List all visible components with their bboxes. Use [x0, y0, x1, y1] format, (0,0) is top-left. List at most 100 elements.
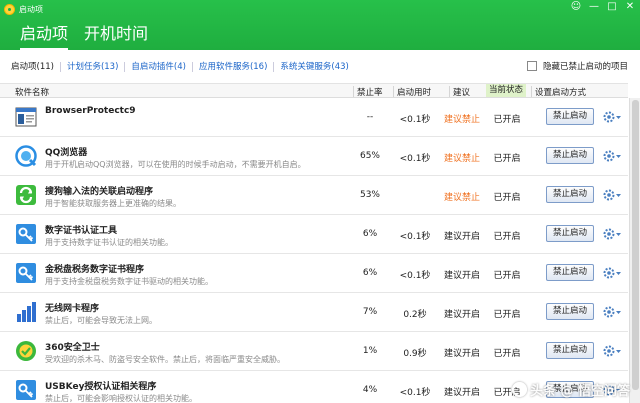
table-row[interactable]: 360安全卫士 受欢迎的杀木马、防盗号安全软件。禁止后，将面临严重安全威胁。 1… [0, 332, 628, 371]
row-status: 已开启 [493, 154, 521, 164]
row-status: 已开启 [493, 310, 521, 320]
row-name: 搜狗输入法的关联启动程序 [45, 187, 154, 197]
tab-startup[interactable]: 启动项 [20, 20, 69, 50]
row-suggest: 建议开启 [443, 388, 480, 398]
col-rate[interactable]: 禁止率 [353, 86, 383, 98]
row-suggest: 建议开启 [443, 232, 480, 242]
row-name: 金税盘税务数字证书程序 [45, 265, 145, 275]
360-shield-icon [16, 341, 36, 361]
title-bar: 启动项 [4, 3, 43, 15]
row-name: QQ浏览器 [45, 148, 88, 158]
row-status: 已开启 [493, 193, 521, 203]
gear-dropdown-icon[interactable] [602, 149, 622, 163]
disable-startup-button[interactable]: 禁止启动 [546, 264, 594, 281]
qq-browser-icon [15, 145, 37, 167]
hide-disabled-option[interactable]: 隐藏已禁止启动的项目 [526, 60, 628, 72]
sogou-icon [16, 185, 36, 205]
table-row[interactable]: 金税盘税务数字证书程序 用于支持金税盘税务数字证书驱动的相关功能。 6% <0.… [0, 254, 628, 293]
main-tabs: 启动项 开机时间 [20, 20, 148, 50]
table-row[interactable]: QQ浏览器 用于开机启动QQ浏览器，可以在使用的时候手动启动，不需要开机自启。 … [0, 137, 628, 176]
certificate-icon [16, 263, 36, 283]
gear-dropdown-icon[interactable] [602, 305, 622, 319]
row-name: USBKey授权认证相关程序 [45, 382, 157, 392]
row-name: 360安全卫士 [45, 343, 100, 353]
col-status[interactable]: 当前状态 [486, 84, 527, 97]
col-time[interactable]: 启动用时 [392, 86, 431, 98]
filter-scheduled-tasks[interactable]: 计划任务(13) [61, 62, 126, 72]
wireless-bars-icon [17, 302, 36, 322]
row-rate: 65% [359, 151, 380, 161]
row-time: <0.1秒 [399, 271, 431, 281]
disable-startup-button[interactable]: 禁止启动 [546, 303, 594, 320]
table-row[interactable]: 无线网卡程序 禁止后，可能会导致无法上网。 7% 0.2秒 建议开启 已开启 禁… [0, 293, 628, 332]
gear-dropdown-icon[interactable] [602, 188, 622, 202]
row-rate: -- [366, 112, 374, 122]
minimize-icon[interactable]: — [588, 1, 600, 12]
row-desc: 用于支持数字证书认证的相关功能。 [45, 238, 173, 247]
gear-dropdown-icon[interactable] [602, 227, 622, 241]
table-row[interactable]: 数字证书认证工具 用于支持数字证书认证的相关功能。 6% <0.1秒 建议开启 … [0, 215, 628, 254]
filter-startup[interactable]: 启动项(11) [0, 62, 61, 72]
row-rate: 1% [362, 346, 378, 356]
row-rate: 7% [362, 307, 378, 317]
row-desc: 用于开机启动QQ浏览器，可以在使用的时候手动启动，不需要开机自启。 [45, 160, 306, 169]
table-row[interactable]: 搜狗输入法的关联启动程序 用于智能获取服务器上更准确的结果。 53% 建议禁止 … [0, 176, 628, 215]
table-row[interactable]: BrowserProtectc9 -- <0.1秒 建议禁止 已开启 禁止启动 [0, 98, 628, 137]
window-controls: ☺ — □ ✕ [570, 1, 636, 12]
disable-startup-button[interactable]: 禁止启动 [546, 186, 594, 203]
row-desc: 受欢迎的杀木马、防盗号安全软件。禁止后，将面临严重安全威胁。 [45, 355, 285, 364]
app-window-icon [15, 107, 37, 127]
watermark-text: 头条 @ 悟空问答 [529, 384, 630, 399]
row-desc: 用于支持金税盘税务数字证书驱动的相关功能。 [45, 277, 213, 286]
row-suggest: 建议开启 [443, 349, 480, 359]
hide-disabled-checkbox[interactable] [526, 61, 537, 71]
watermark: 头条 @ 悟空问答 [511, 380, 630, 399]
row-rate: 53% [359, 190, 380, 200]
row-time: 0.9秒 [403, 349, 427, 359]
tab-boot-time[interactable]: 开机时间 [84, 20, 148, 50]
watermark-logo-icon [511, 382, 527, 397]
gear-dropdown-icon[interactable] [602, 110, 622, 124]
disable-startup-button[interactable]: 禁止启动 [546, 108, 594, 125]
row-status: 已开启 [493, 115, 521, 125]
row-status: 已开启 [493, 232, 521, 242]
app-logo-icon [4, 3, 15, 15]
scrollbar-thumb[interactable] [632, 100, 639, 390]
col-suggest[interactable]: 建议 [448, 86, 470, 98]
row-rate: 6% [362, 268, 378, 278]
col-method[interactable]: 设置启动方式 [530, 86, 586, 98]
disable-startup-button[interactable]: 禁止启动 [546, 342, 594, 359]
row-desc: 禁止后，可能会影响授权认证的相关功能。 [45, 394, 197, 403]
col-name[interactable]: 软件名称 [15, 86, 49, 98]
row-suggest: 建议禁止 [443, 154, 480, 164]
vertical-scrollbar[interactable] [629, 98, 640, 403]
hide-disabled-label: 隐藏已禁止启动的项目 [542, 62, 628, 72]
row-suggest: 建议禁止 [443, 115, 480, 125]
gear-dropdown-icon[interactable] [602, 266, 622, 280]
row-suggest: 建议禁止 [443, 193, 480, 203]
row-desc: 禁止后，可能会导致无法上网。 [45, 316, 157, 325]
row-time: 0.2秒 [403, 310, 427, 320]
row-time: <0.1秒 [399, 232, 431, 242]
row-time: <0.1秒 [399, 154, 431, 164]
maximize-icon[interactable]: □ [606, 1, 618, 12]
disable-startup-button[interactable]: 禁止启动 [546, 225, 594, 242]
certificate-icon [16, 380, 36, 400]
row-name: 数字证书认证工具 [45, 226, 118, 236]
feedback-icon[interactable]: ☺ [570, 1, 582, 12]
row-suggest: 建议开启 [443, 271, 480, 281]
row-rate: 4% [362, 385, 378, 395]
disable-startup-button[interactable]: 禁止启动 [546, 147, 594, 164]
row-name: BrowserProtectc9 [45, 106, 136, 116]
window-title: 启动项 [19, 4, 43, 14]
filter-plugins[interactable]: 自启动插件(4) [125, 62, 193, 72]
filter-system-services[interactable]: 系统关键服务(43) [274, 62, 354, 72]
row-desc: 用于智能获取服务器上更准确的结果。 [45, 199, 181, 208]
filter-app-services[interactable]: 应用软件服务(16) [193, 62, 275, 72]
close-icon[interactable]: ✕ [624, 1, 636, 12]
row-status: 已开启 [493, 271, 521, 281]
certificate-icon [16, 224, 36, 244]
row-status: 已开启 [493, 349, 521, 359]
gear-dropdown-icon[interactable] [602, 344, 622, 358]
row-suggest: 建议开启 [443, 310, 480, 320]
